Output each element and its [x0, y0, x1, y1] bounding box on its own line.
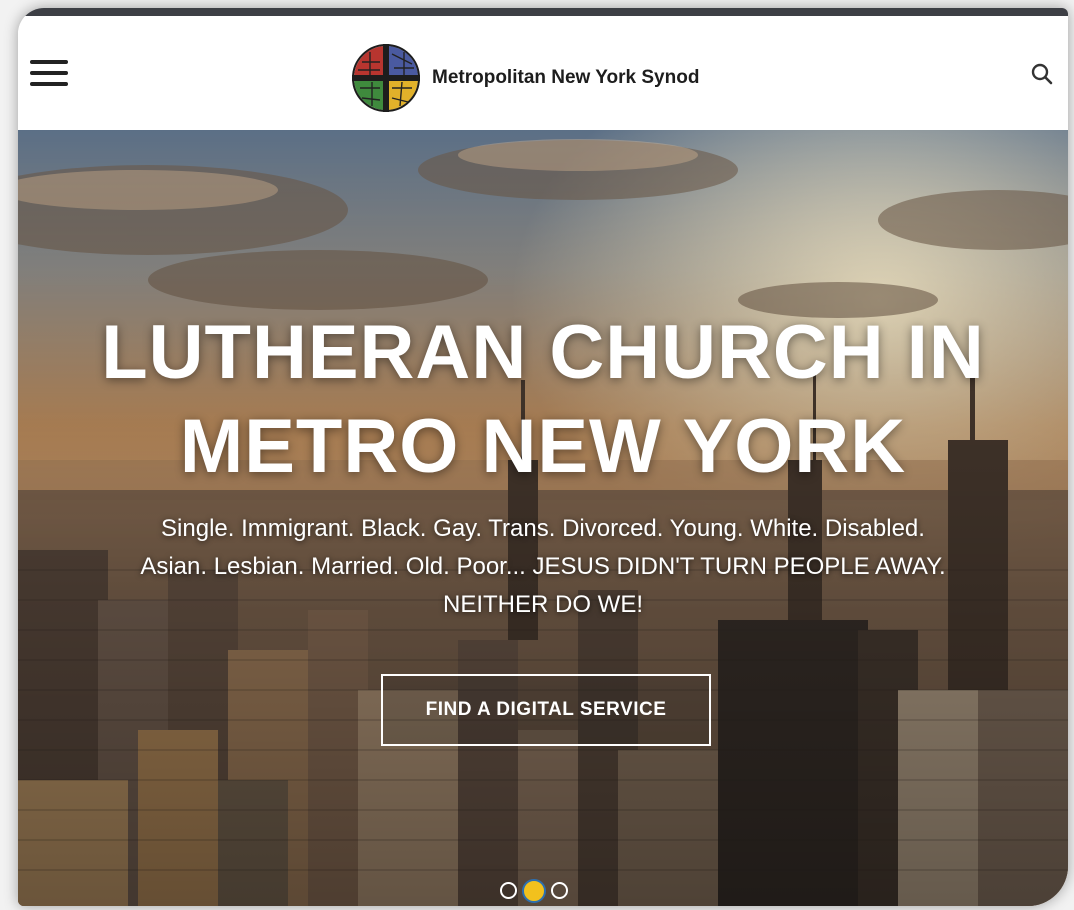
- brand[interactable]: Metropolitan New York Synod: [350, 42, 699, 114]
- site-header: Metropolitan New York Synod: [18, 16, 1068, 131]
- device-frame: Metropolitan New York Synod LUTHERAN CHU…: [18, 8, 1068, 906]
- hero-subtitle-line3: NEITHER DO WE!: [442, 591, 643, 618]
- carousel-dot-2-active[interactable]: [522, 879, 546, 903]
- hero-subtitle: Single. Immigrant. Black. Gay. Trans. Di…: [18, 510, 1068, 624]
- hero-subtitle-line2: Asian. Lesbian. Married. Old. Poor... JE…: [140, 553, 946, 580]
- hero-title-line1: LUTHERAN CHURCH IN: [101, 310, 985, 395]
- top-edge: [18, 8, 1068, 16]
- carousel-dot-1[interactable]: [500, 882, 517, 899]
- carousel-dot-3[interactable]: [551, 882, 568, 899]
- hero-banner: LUTHERAN CHURCH IN METRO NEW YORK Single…: [18, 130, 1068, 906]
- hero-subtitle-line1: Single. Immigrant. Black. Gay. Trans. Di…: [161, 515, 925, 542]
- site-name: Metropolitan New York Synod: [432, 67, 700, 88]
- carousel-dots: [500, 879, 568, 903]
- find-digital-service-button[interactable]: FIND A DIGITAL SERVICE: [381, 674, 711, 746]
- hamburger-menu-icon[interactable]: [30, 60, 68, 90]
- search-icon[interactable]: [1030, 62, 1054, 86]
- synod-cross-logo: [352, 44, 420, 112]
- hero-title-line2: METRO NEW YORK: [179, 404, 907, 489]
- hero-title: LUTHERAN CHURCH IN METRO NEW YORK: [18, 306, 1068, 494]
